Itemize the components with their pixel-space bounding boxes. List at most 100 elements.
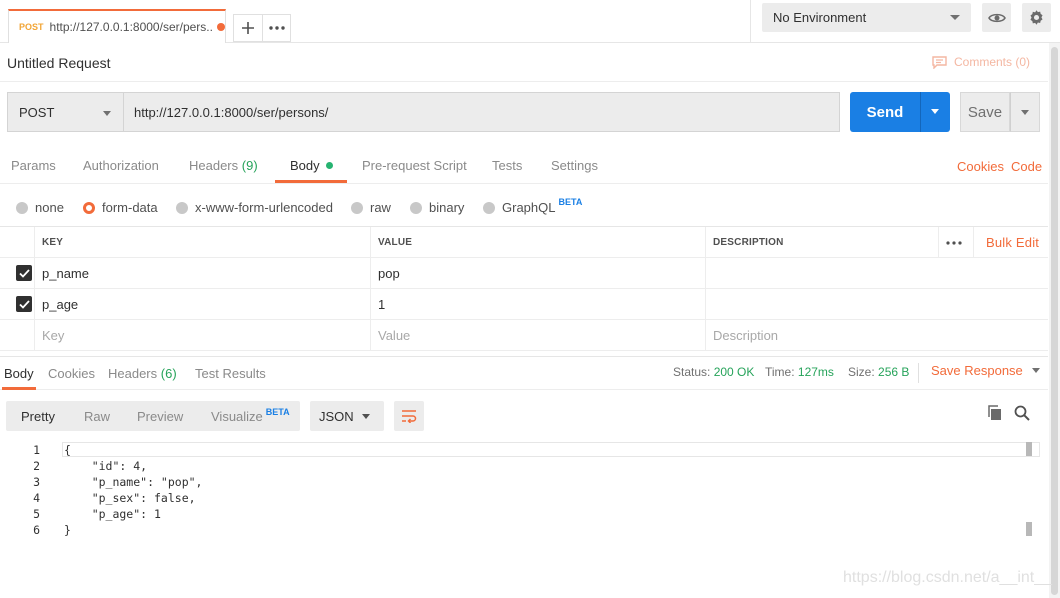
save-response-button[interactable]: Save Response [931, 363, 1040, 378]
bulk-edit-link[interactable]: Bulk Edit [979, 227, 1048, 258]
status-readout: Status: 200 OK [673, 365, 754, 379]
size-readout: Size: 256 B [848, 365, 909, 379]
vertical-scrollbar[interactable] [1049, 43, 1060, 598]
copy-icon [988, 405, 1001, 420]
line-number: 4 [33, 491, 40, 505]
radio-circle-icon [351, 201, 363, 214]
copy-button[interactable] [987, 405, 1003, 424]
send-button[interactable]: Send [850, 92, 920, 132]
code-line: "p_name": "pop", [64, 475, 203, 489]
value-input[interactable]: pop [371, 258, 706, 289]
radio-graphql[interactable]: GraphQL BETA [483, 197, 582, 215]
active-tab-indicator [275, 180, 347, 183]
manage-environments-button[interactable] [1022, 3, 1051, 32]
cookies-link[interactable]: Cookies [957, 159, 1004, 174]
wrap-lines-button[interactable] [394, 401, 424, 431]
new-value-input[interactable]: Value [371, 320, 706, 351]
tab-tests[interactable]: Tests [492, 158, 522, 173]
line-number: 1 [33, 443, 40, 457]
request-tab-method: POST [19, 22, 44, 32]
active-tab-indicator [2, 387, 36, 390]
description-input[interactable] [706, 258, 1048, 289]
view-preview[interactable]: Preview [137, 409, 183, 424]
radio-raw[interactable]: raw [351, 200, 391, 215]
tab-authorization[interactable]: Authorization [83, 158, 159, 173]
send-options-button[interactable] [920, 92, 950, 132]
row-checkbox[interactable] [16, 265, 32, 281]
view-mode-group: Pretty Raw Preview Visualize BETA [6, 401, 300, 431]
chevron-down-icon [1031, 368, 1040, 373]
url-input-value: http://127.0.0.1:8000/ser/persons/ [134, 104, 329, 120]
save-options-button[interactable] [1010, 92, 1040, 132]
radio-form-data-label: form-data [102, 200, 158, 215]
radio-binary-label: binary [429, 200, 465, 215]
response-tab-headers-count: (6) [160, 366, 177, 381]
status-value[interactable]: 200 OK [714, 365, 755, 379]
view-visualize[interactable]: Visualize BETA [211, 407, 290, 424]
tab-body[interactable]: Body [290, 158, 333, 173]
row-checkbox[interactable] [16, 296, 32, 312]
format-select[interactable]: JSON [310, 401, 384, 431]
more-horizontal-icon [946, 240, 962, 245]
method-select[interactable]: POST [7, 92, 123, 132]
divider [750, 0, 751, 43]
tab-tests-label: Tests [492, 158, 523, 173]
tab-settings[interactable]: Settings [551, 158, 598, 173]
tab-bar: POST http://127.0.0.1:8000/ser/pers... N… [0, 0, 1060, 43]
request-tab[interactable]: POST http://127.0.0.1:8000/ser/pers... [8, 9, 226, 43]
radio-x-www-form-urlencoded[interactable]: x-www-form-urlencoded [176, 200, 333, 215]
request-title[interactable]: Untitled Request [7, 55, 111, 71]
radio-raw-label: raw [370, 200, 391, 215]
response-tab-body[interactable]: Body [4, 366, 34, 381]
radio-binary[interactable]: binary [410, 200, 464, 215]
comments-button[interactable]: Comments (0) [932, 55, 1030, 69]
chevron-down-icon [950, 15, 960, 20]
tab-pre-request-script-label: Pre-request Script [362, 158, 467, 173]
tab-params[interactable]: Params [11, 158, 56, 173]
response-tab-cookies[interactable]: Cookies [48, 366, 95, 381]
table-row-new: Key Value Description [0, 320, 1048, 351]
view-pretty[interactable]: Pretty [21, 409, 55, 424]
save-response-label: Save Response [931, 363, 1023, 378]
response-tab-test-results[interactable]: Test Results [195, 366, 266, 381]
new-description-input[interactable]: Description [706, 320, 1048, 351]
response-tab-headers[interactable]: Headers (6) [108, 366, 177, 381]
environment-quick-look-button[interactable] [982, 3, 1011, 32]
more-horizontal-icon [268, 26, 285, 30]
gear-icon [1030, 10, 1043, 25]
url-input[interactable]: http://127.0.0.1:8000/ser/persons/ [123, 92, 840, 132]
value-input[interactable]: 1 [371, 289, 706, 320]
save-button[interactable]: Save [960, 92, 1010, 132]
table-options-button[interactable] [938, 227, 974, 258]
table-row: p_age 1 [0, 289, 1048, 320]
key-input[interactable]: p_name [35, 258, 371, 289]
tab-params-label: Params [11, 158, 56, 173]
comments-label: Comments (0) [953, 55, 1030, 69]
chevron-down-icon [1021, 110, 1029, 115]
table-header-row: KEY VALUE DESCRIPTION Bulk Edit [0, 227, 1048, 258]
key-input[interactable]: p_age [35, 289, 371, 320]
tab-pre-request-script[interactable]: Pre-request Script [362, 158, 467, 173]
description-input[interactable] [706, 289, 1048, 320]
scroll-marker [1026, 522, 1032, 536]
eye-icon [987, 13, 1006, 22]
environment-select-value: No Environment [773, 10, 867, 25]
scrollbar-thumb[interactable] [1051, 47, 1058, 595]
new-key-input[interactable]: Key [35, 320, 371, 351]
search-button[interactable] [1014, 405, 1030, 424]
radio-form-data[interactable]: form-data [83, 200, 158, 215]
method-select-value: POST [19, 104, 55, 120]
tab-authorization-label: Authorization [83, 158, 159, 173]
radio-circle-icon [176, 201, 188, 214]
view-raw[interactable]: Raw [84, 409, 110, 424]
tab-settings-label: Settings [551, 158, 598, 173]
radio-none[interactable]: none [16, 200, 64, 215]
code-link[interactable]: Code [1011, 159, 1042, 174]
time-value[interactable]: 127ms [798, 365, 834, 379]
tab-more-button[interactable] [263, 14, 291, 42]
tab-headers[interactable]: Headers (9) [189, 158, 258, 173]
environment-select[interactable]: No Environment [762, 3, 971, 32]
size-value[interactable]: 256 B [878, 365, 909, 379]
radio-circle-icon [410, 201, 422, 214]
new-tab-button[interactable] [233, 14, 263, 42]
